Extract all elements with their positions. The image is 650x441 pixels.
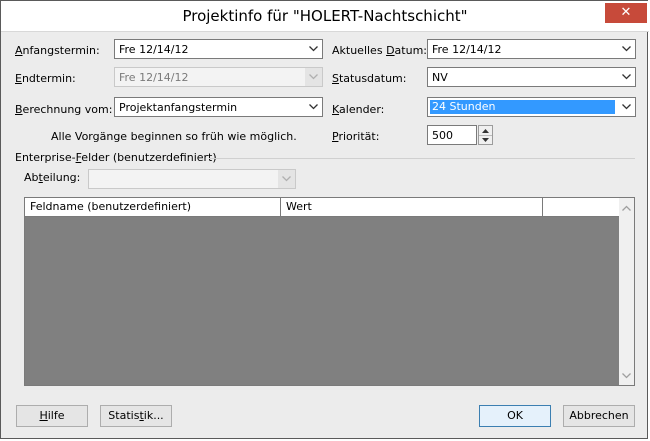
department-label: Abteilung: — [24, 171, 81, 184]
enterprise-group-label: Enterprise-Felder (benutzerdefiniert) — [15, 151, 217, 164]
priority-value: 500 — [432, 129, 453, 142]
close-button[interactable]: ✕ — [605, 3, 647, 23]
status-date-value: NV — [432, 71, 448, 84]
close-icon: ✕ — [620, 5, 632, 20]
schedule-from-dropdown[interactable]: Projektanfangstermin — [114, 97, 323, 117]
schedule-from-label: Berechnung vom: — [15, 103, 113, 116]
grid-body[interactable] — [25, 217, 619, 385]
spin-down-icon[interactable] — [479, 135, 492, 144]
chevron-down-icon[interactable] — [618, 98, 635, 116]
end-date-dropdown: Fre 12/14/12 — [114, 67, 323, 87]
ok-button[interactable]: OK — [479, 405, 551, 427]
department-dropdown — [88, 169, 296, 189]
cancel-button[interactable]: Abbrechen — [563, 405, 635, 427]
grid-header: Feldname (benutzerdefiniert) Wert — [25, 198, 619, 217]
chevron-down-icon[interactable] — [618, 68, 635, 86]
calendar-value: 24 Stunden — [430, 100, 615, 114]
title-bar: Projektinfo für "HOLERT-Nachtschicht" ✕ — [1, 1, 649, 32]
group-divider — [209, 158, 635, 159]
start-date-dropdown[interactable]: Fre 12/14/12 — [114, 39, 323, 59]
scroll-up-icon[interactable] — [619, 200, 634, 215]
chevron-down-icon[interactable] — [305, 40, 322, 58]
scroll-down-icon[interactable] — [619, 368, 634, 383]
current-date-label: Aktuelles Datum: — [332, 44, 427, 57]
priority-label: Priorität: — [332, 130, 380, 143]
column-header-field-name[interactable]: Feldname (benutzerdefiniert) — [25, 198, 281, 216]
vertical-scrollbar[interactable] — [619, 198, 634, 385]
end-date-label: Endtermin: — [15, 72, 76, 85]
project-info-dialog: Projektinfo für "HOLERT-Nachtschicht" ✕ … — [0, 0, 649, 439]
status-date-label: Statusdatum: — [332, 72, 407, 85]
start-date-value: Fre 12/14/12 — [119, 43, 189, 56]
priority-input[interactable]: 500 — [427, 125, 477, 145]
column-header-value[interactable]: Wert — [281, 198, 543, 216]
status-date-dropdown[interactable]: NV — [427, 67, 636, 87]
schedule-note: Alle Vorgänge beginnen so früh wie mögli… — [51, 130, 297, 143]
chevron-down-icon — [305, 68, 322, 86]
schedule-from-value: Projektanfangstermin — [119, 101, 238, 114]
current-date-dropdown[interactable]: Fre 12/14/12 — [427, 39, 636, 59]
statistics-button[interactable]: Statistik... — [100, 405, 172, 427]
start-date-label: Anfangstermin: — [15, 44, 100, 57]
dialog-title: Projektinfo für "HOLERT-Nachtschicht" — [182, 7, 468, 25]
calendar-label: Kalender: — [332, 103, 385, 116]
calendar-dropdown[interactable]: 24 Stunden — [427, 97, 636, 117]
priority-spinner[interactable] — [478, 125, 493, 145]
current-date-value: Fre 12/14/12 — [432, 43, 502, 56]
chevron-down-icon[interactable] — [305, 98, 322, 116]
end-date-value: Fre 12/14/12 — [119, 71, 189, 84]
help-button[interactable]: Hilfe — [16, 405, 88, 427]
chevron-down-icon[interactable] — [618, 40, 635, 58]
enterprise-fields-grid: Feldname (benutzerdefiniert) Wert — [24, 197, 635, 386]
chevron-down-icon — [278, 170, 295, 188]
